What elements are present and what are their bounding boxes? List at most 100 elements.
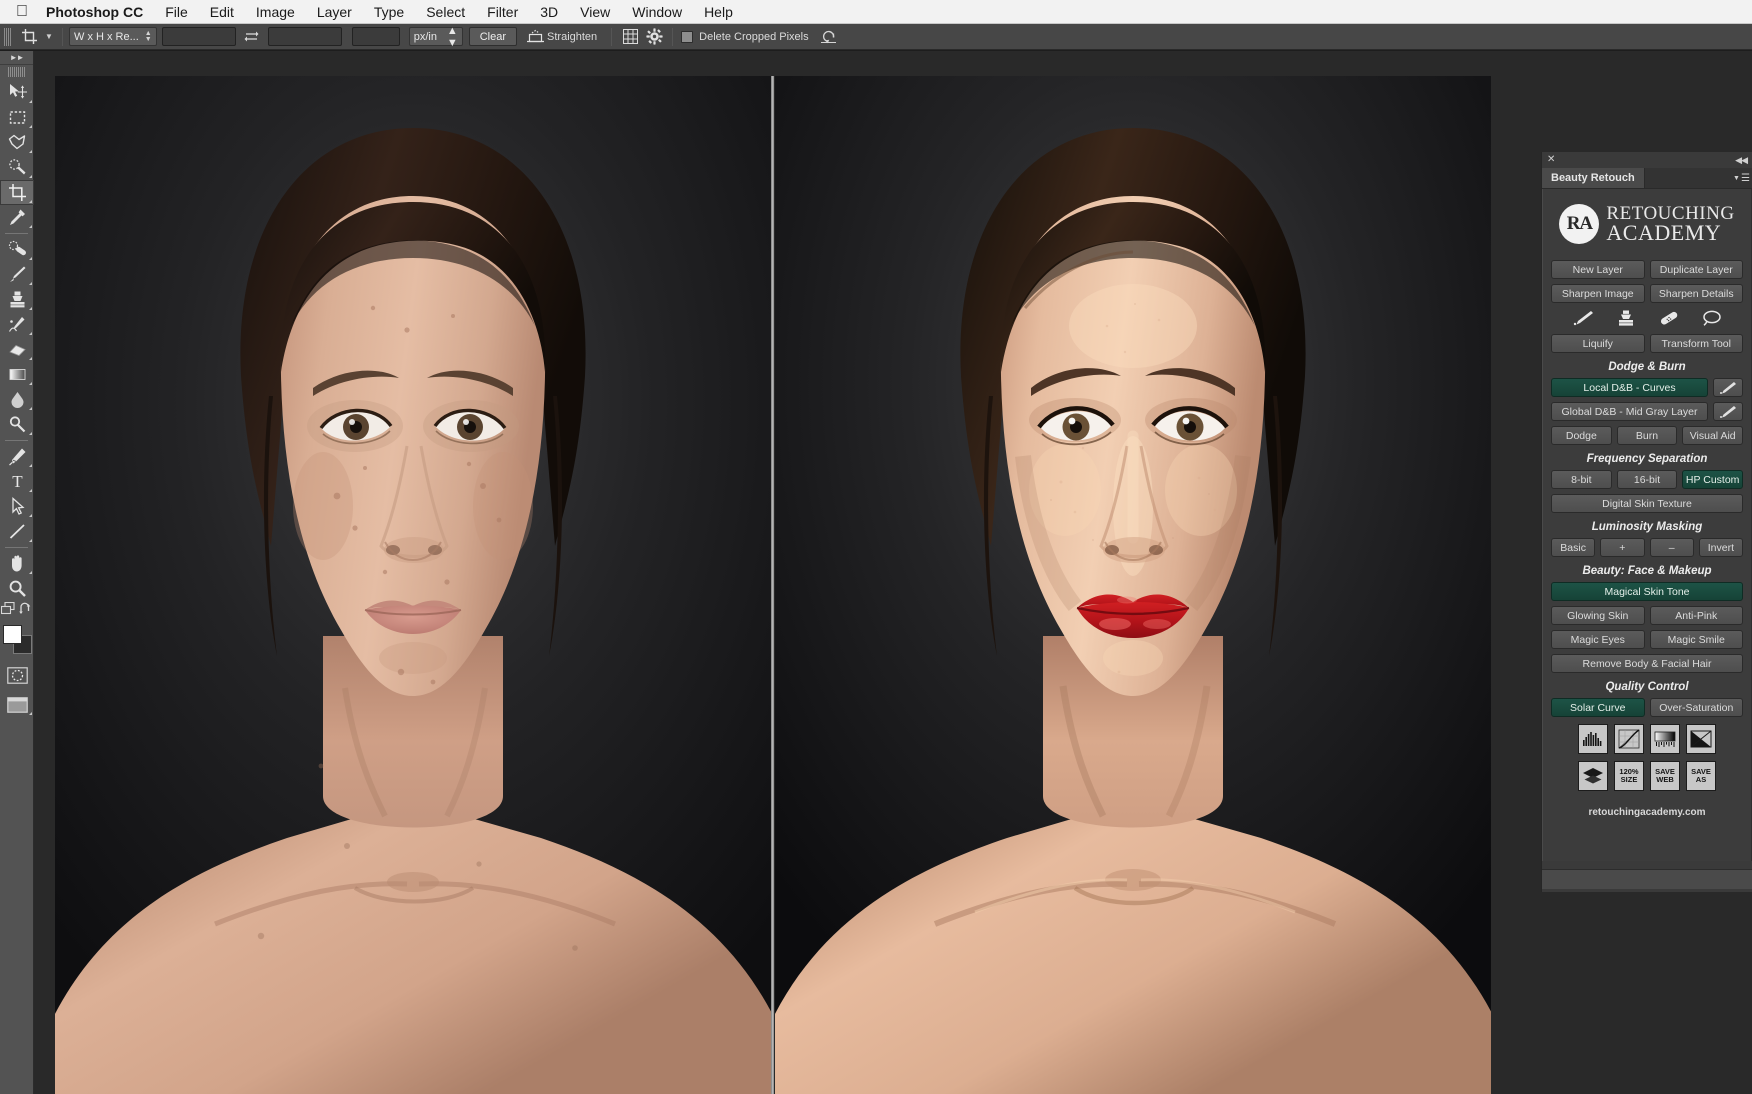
crop-ratio-select[interactable]: W x H x Re... ▲▼ — [69, 27, 157, 46]
eyedropper-submenu-triangle[interactable] — [29, 225, 32, 228]
menu-item-3d[interactable]: 3D — [529, 4, 569, 20]
menu-item-edit[interactable]: Edit — [199, 4, 245, 20]
close-x-icon[interactable]: ✕ — [1547, 155, 1555, 165]
crop-resolution-input[interactable] — [352, 27, 400, 46]
menu-item-photoshop[interactable]: Photoshop CC — [46, 4, 154, 20]
gradient-submenu-triangle[interactable] — [29, 382, 32, 385]
menu-item-layer[interactable]: Layer — [306, 4, 363, 20]
visual-aid-button[interactable]: Visual Aid — [1682, 426, 1743, 445]
anti-pink-button[interactable]: Anti-Pink — [1650, 606, 1744, 625]
type-tool[interactable]: T — [0, 469, 34, 494]
crop-tool-submenu-triangle[interactable] — [29, 200, 32, 203]
pen-tool[interactable] — [0, 444, 34, 469]
crop-height-input[interactable] — [268, 27, 342, 46]
crop-width-input[interactable] — [162, 27, 236, 46]
clone-stamp-icon[interactable] — [1607, 308, 1645, 328]
sharpen-image-button[interactable]: Sharpen Image — [1551, 284, 1645, 303]
menu-item-file[interactable]: File — [154, 4, 199, 20]
menu-item-help[interactable]: Help — [693, 4, 744, 20]
duplicate-layer-button[interactable]: Duplicate Layer — [1650, 260, 1744, 279]
canvas-area[interactable] — [34, 51, 1752, 1094]
menu-item-type[interactable]: Type — [363, 4, 415, 20]
new-layer-button[interactable]: New Layer — [1551, 260, 1645, 279]
menu-item-filter[interactable]: Filter — [476, 4, 529, 20]
magic-smile-button[interactable]: Magic Smile — [1650, 630, 1744, 649]
toolbar-collapse-icon[interactable]: ►► — [0, 51, 33, 65]
lasso-icon[interactable] — [1693, 308, 1731, 328]
menu-item-select[interactable]: Select — [415, 4, 476, 20]
global-db-midgray-button[interactable]: Global D&B - Mid Gray Layer — [1551, 402, 1708, 421]
burn-button[interactable]: Burn — [1617, 426, 1678, 445]
options-bar-grip[interactable] — [4, 28, 11, 46]
brush-icon[interactable] — [1564, 308, 1602, 328]
line-shape-tool[interactable] — [0, 519, 34, 544]
rectangular-marquee-tool[interactable] — [0, 105, 34, 130]
line-shape-submenu-triangle[interactable] — [29, 539, 32, 542]
apple-logo-icon[interactable]:  — [16, 4, 28, 20]
reset-arrow-icon[interactable] — [817, 26, 841, 48]
gradient-map-icon[interactable] — [1650, 724, 1680, 754]
lasso-tool[interactable] — [0, 130, 34, 155]
tab-beauty-retouch[interactable]: Beauty Retouch — [1542, 168, 1645, 188]
clear-button[interactable]: Clear — [469, 27, 517, 46]
magical-skin-tone-button[interactable]: Magical Skin Tone — [1551, 582, 1743, 601]
panel-menu-icon[interactable]: ▼☰ — [1730, 168, 1752, 188]
history-brush-submenu-triangle[interactable] — [29, 332, 32, 335]
crop-preset-chevron-down-icon[interactable]: ▼ — [42, 26, 56, 48]
edit-toolbar-icon[interactable] — [1, 602, 16, 620]
quick-selection-tool[interactable] — [0, 155, 34, 180]
hand-submenu-triangle[interactable] — [29, 571, 32, 574]
dodge-button[interactable]: Dodge — [1551, 426, 1612, 445]
crop-tool-icon[interactable] — [16, 26, 42, 48]
gear-icon[interactable] — [642, 26, 666, 48]
menu-item-image[interactable]: Image — [245, 4, 306, 20]
save-as-icon[interactable]: SAVE AS — [1686, 761, 1716, 791]
resize-icon[interactable]: 120% SIZE — [1614, 761, 1644, 791]
grid-overlay-icon[interactable] — [618, 26, 642, 48]
path-selection-submenu-triangle[interactable] — [29, 514, 32, 517]
digital-skin-texture-button[interactable]: Digital Skin Texture — [1551, 494, 1743, 513]
quick-mask-toggle[interactable] — [0, 663, 34, 688]
menu-item-view[interactable]: View — [569, 4, 621, 20]
luminosity-invert-button[interactable]: Invert — [1699, 538, 1743, 557]
document-after-portrait[interactable] — [775, 76, 1491, 1094]
panel-footer-url[interactable]: retouchingacademy.com — [1551, 798, 1743, 818]
transform-tool-button[interactable]: Transform Tool — [1650, 334, 1744, 353]
local-db-brush-icon[interactable] — [1713, 378, 1743, 397]
eraser-submenu-triangle[interactable] — [29, 357, 32, 360]
dodge-tool[interactable] — [0, 412, 34, 437]
move-tool[interactable] — [0, 80, 34, 105]
screen-mode-toggle[interactable] — [0, 692, 34, 717]
lasso-tool-submenu-triangle[interactable] — [29, 150, 32, 153]
history-brush-tool[interactable] — [0, 312, 34, 337]
swap-colors-icon[interactable] — [18, 602, 32, 620]
double-chevron-left-icon[interactable]: ◀◀ — [1735, 155, 1747, 166]
spot-healing-brush-tool[interactable] — [0, 237, 34, 262]
layers-icon[interactable] — [1578, 761, 1608, 791]
brush-tool[interactable] — [0, 262, 34, 287]
straighten-label[interactable]: Straighten — [547, 31, 597, 43]
delete-cropped-pixels-label[interactable]: Delete Cropped Pixels — [699, 31, 808, 43]
swap-arrows-icon[interactable] — [241, 26, 263, 48]
eyedropper-tool[interactable] — [0, 205, 34, 230]
type-submenu-triangle[interactable] — [29, 489, 32, 492]
pen-submenu-triangle[interactable] — [29, 464, 32, 467]
gradient-tool[interactable] — [0, 362, 34, 387]
zoom-tool[interactable] — [0, 576, 34, 601]
luminosity-minus-button[interactable]: – — [1650, 538, 1694, 557]
luminosity-basic-button[interactable]: Basic — [1551, 538, 1595, 557]
screen-mode-submenu-triangle[interactable] — [29, 712, 32, 715]
menu-item-window[interactable]: Window — [621, 4, 693, 20]
histogram-icon[interactable] — [1578, 724, 1608, 754]
blur-submenu-triangle[interactable] — [29, 407, 32, 410]
global-db-brush-icon[interactable] — [1713, 402, 1743, 421]
panel-bottom-strip[interactable] — [1542, 869, 1752, 889]
quick-selection-submenu-triangle[interactable] — [29, 175, 32, 178]
magic-eyes-button[interactable]: Magic Eyes — [1551, 630, 1645, 649]
crop-unit-select[interactable]: px/in ▲▼ — [409, 27, 463, 46]
glowing-skin-button[interactable]: Glowing Skin — [1551, 606, 1645, 625]
blur-tool[interactable] — [0, 387, 34, 412]
brush-submenu-triangle[interactable] — [29, 282, 32, 285]
healing-bandaid-icon[interactable] — [1650, 308, 1688, 328]
healing-submenu-triangle[interactable] — [29, 257, 32, 260]
